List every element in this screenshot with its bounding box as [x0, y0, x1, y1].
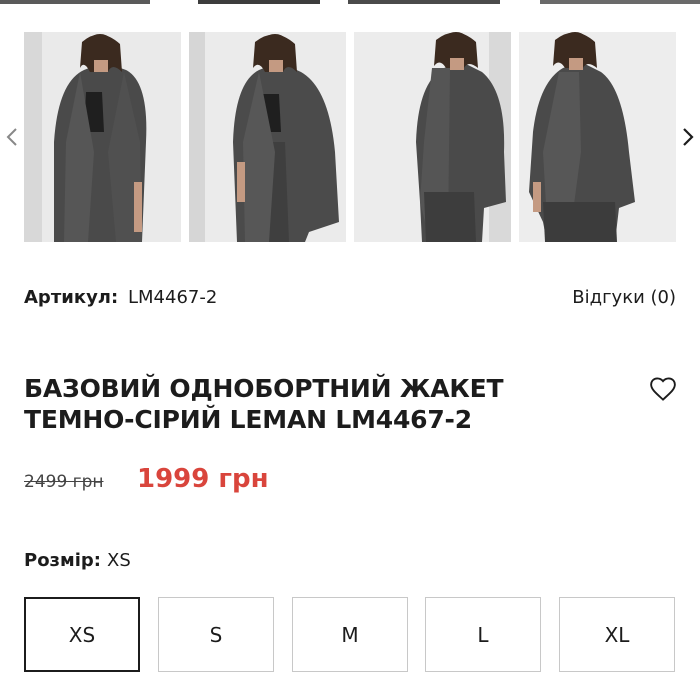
product-title: БАЗОВИЙ ОДНОБОРТНИЙ ЖАКЕТ ТЕМНО-СІРИЙ LE…: [24, 373, 604, 435]
size-option-xl[interactable]: XL: [559, 597, 675, 672]
previous-image-strip: [0, 0, 700, 4]
image-strip-segment: [540, 0, 700, 4]
size-selection-label: Розмір: XS: [24, 550, 131, 571]
gallery-photo[interactable]: [24, 32, 181, 242]
image-strip-segment: [348, 0, 500, 4]
chevron-left-icon: [6, 128, 17, 146]
product-meta-row: Артикул: LM4467-2 Відгуки (0): [24, 287, 676, 313]
size-option-m[interactable]: M: [292, 597, 408, 672]
gallery-photo[interactable]: [354, 32, 511, 242]
gallery-photo[interactable]: [189, 32, 346, 242]
gallery-prev-button[interactable]: [4, 125, 20, 149]
size-label: Розмір:: [24, 550, 101, 571]
size-option-s[interactable]: S: [158, 597, 274, 672]
add-to-favorites-button[interactable]: [648, 374, 678, 404]
gallery-photo[interactable]: [519, 32, 676, 242]
size-option-xs[interactable]: XS: [24, 597, 140, 672]
heart-outline-icon: [650, 377, 676, 401]
image-strip-segment: [198, 0, 320, 4]
sku-label: Артикул:: [24, 287, 119, 308]
product-gallery: [0, 32, 700, 242]
size-option-l[interactable]: L: [425, 597, 541, 672]
chevron-right-icon: [683, 128, 694, 146]
current-price: 1999 грн: [137, 464, 269, 494]
gallery-next-button[interactable]: [680, 125, 696, 149]
old-price: 2499 грн: [24, 472, 104, 492]
reviews-link[interactable]: Відгуки (0): [572, 287, 676, 308]
product-title-line: БАЗОВИЙ ОДНОБОРТНИЙ ЖАКЕТ: [24, 374, 504, 403]
selected-size-value: XS: [106, 550, 131, 571]
sku-value: LM4467-2: [128, 287, 218, 308]
image-strip-segment: [0, 0, 150, 4]
product-title-line: ТЕМНО-СІРИЙ LEMAN LM4467-2: [24, 405, 472, 434]
